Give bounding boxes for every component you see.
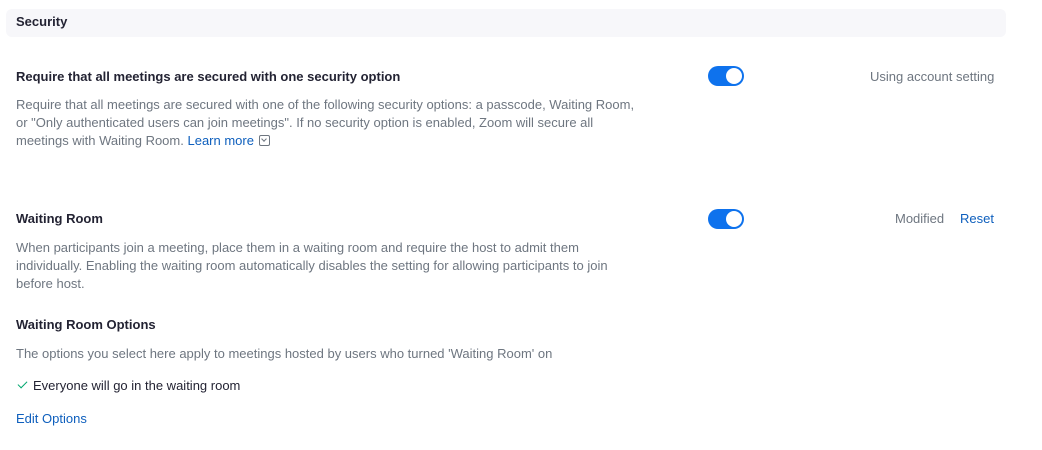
waiting-room-description: When participants join a meeting, place … bbox=[16, 240, 608, 291]
toggle-knob bbox=[726, 211, 742, 227]
waiting-room-options-title: Waiting Room Options bbox=[16, 317, 156, 332]
waiting-room-title: Waiting Room bbox=[16, 211, 103, 226]
toggle-knob bbox=[726, 68, 742, 84]
section-title: Security bbox=[16, 14, 68, 29]
require-security-description: Require that all meetings are secured wi… bbox=[16, 96, 636, 150]
waiting-room-options-description: The options you select here apply to mee… bbox=[16, 346, 553, 361]
require-security-status: Using account setting bbox=[870, 69, 995, 84]
require-security-description-text: Require that all meetings are secured wi… bbox=[16, 97, 635, 148]
selected-option-label: Everyone will go in the waiting room bbox=[33, 378, 241, 393]
waiting-room-status: Modified bbox=[895, 211, 945, 226]
waiting-room-toggle[interactable] bbox=[708, 209, 744, 229]
require-security-title: Require that all meetings are secured wi… bbox=[16, 69, 401, 84]
section-header: Security bbox=[6, 9, 1006, 37]
selected-option: Everyone will go in the waiting room bbox=[17, 378, 241, 393]
require-security-toggle[interactable] bbox=[708, 66, 744, 86]
external-link-icon bbox=[258, 135, 270, 146]
check-icon bbox=[17, 378, 28, 389]
edit-options-link[interactable]: Edit Options bbox=[16, 411, 87, 426]
reset-button[interactable]: Reset bbox=[960, 211, 994, 226]
learn-more-link[interactable]: Learn more bbox=[187, 133, 253, 148]
